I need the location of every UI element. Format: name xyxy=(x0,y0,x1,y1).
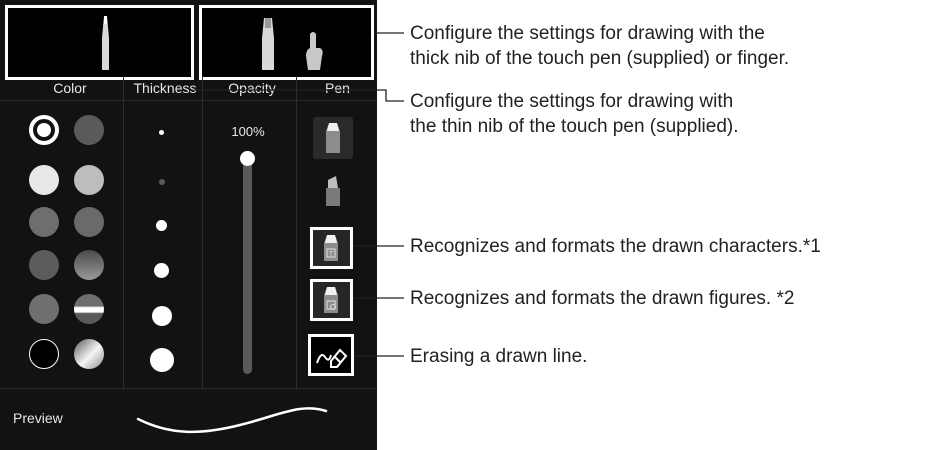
color-swatch[interactable] xyxy=(29,165,59,195)
color-swatch[interactable] xyxy=(29,207,59,237)
column-divider xyxy=(296,76,297,388)
color-swatch[interactable] xyxy=(74,294,104,324)
header-separator xyxy=(0,100,377,101)
opacity-value: 100% xyxy=(231,124,265,139)
color-swatch[interactable] xyxy=(29,339,59,369)
color-swatch[interactable] xyxy=(74,165,104,195)
thickness-option[interactable] xyxy=(154,263,169,278)
pen-settings-panel: Color Thickness Opacity Pen 100% T Previ… xyxy=(0,0,377,450)
color-swatch[interactable] xyxy=(29,115,59,145)
opacity-slider-track[interactable] xyxy=(243,158,252,374)
svg-text:T: T xyxy=(329,251,334,258)
erase-callout: Erasing a drawn line. xyxy=(410,346,588,367)
color-swatch[interactable] xyxy=(74,207,104,237)
thickness-option[interactable] xyxy=(159,179,165,185)
color-swatch[interactable] xyxy=(74,339,104,369)
preview-label: Preview xyxy=(13,410,63,426)
thickness-option[interactable] xyxy=(159,130,164,135)
column-divider xyxy=(202,76,203,388)
column-divider xyxy=(123,76,124,388)
pen-icon xyxy=(326,123,340,153)
thin-nib-settings-box[interactable] xyxy=(5,5,194,80)
shape-recognition-pen-icon xyxy=(324,287,338,313)
thickness-option[interactable] xyxy=(152,306,172,326)
preview-stroke xyxy=(136,407,328,434)
thin-pen-button[interactable] xyxy=(313,117,353,159)
thin-pen-tip-icon xyxy=(102,16,109,70)
opacity-slider-handle[interactable] xyxy=(240,151,255,166)
opacity-header: Opacity xyxy=(228,80,276,96)
pen-header: Pen xyxy=(325,80,350,96)
thickness-option[interactable] xyxy=(150,348,174,372)
thick-pen-finger-icon xyxy=(262,18,323,70)
figure-recognition-pen-button[interactable] xyxy=(310,279,353,321)
color-swatch[interactable] xyxy=(29,250,59,280)
color-swatch[interactable] xyxy=(74,115,104,145)
character-recognition-callout: Recognizes and formats the drawn charact… xyxy=(410,236,821,257)
thick-nib-callout-line2: thick nib of the touch pen (supplied) or… xyxy=(410,48,790,69)
thickness-header: Thickness xyxy=(133,80,197,96)
color-swatch[interactable] xyxy=(29,294,59,324)
color-swatch[interactable] xyxy=(74,250,104,280)
marker-pen-button[interactable] xyxy=(315,170,351,210)
text-recognition-pen-icon: T xyxy=(324,235,338,261)
figure-recognition-callout: Recognizes and formats the drawn figures… xyxy=(410,288,795,309)
thin-nib-callout-line1: Configure the settings for drawing with xyxy=(410,91,734,112)
thick-nib-callout-line1: Configure the settings for drawing with … xyxy=(410,23,765,44)
thin-nib-callout-line2: the thin nib of the touch pen (supplied)… xyxy=(410,116,739,137)
thick-nib-settings-box[interactable] xyxy=(199,5,374,80)
color-header: Color xyxy=(53,80,87,96)
marker-icon xyxy=(326,176,340,206)
eraser-icon xyxy=(316,348,348,368)
selected-color-indicator xyxy=(37,123,51,137)
thickness-option[interactable] xyxy=(156,220,167,231)
thin-nib-callout: Configure the settings for drawing with … xyxy=(410,89,739,139)
eraser-button[interactable] xyxy=(308,334,354,376)
thick-nib-callout: Configure the settings for drawing with … xyxy=(410,21,789,71)
character-recognition-pen-button[interactable]: T xyxy=(310,227,353,269)
preview-separator xyxy=(0,388,377,389)
